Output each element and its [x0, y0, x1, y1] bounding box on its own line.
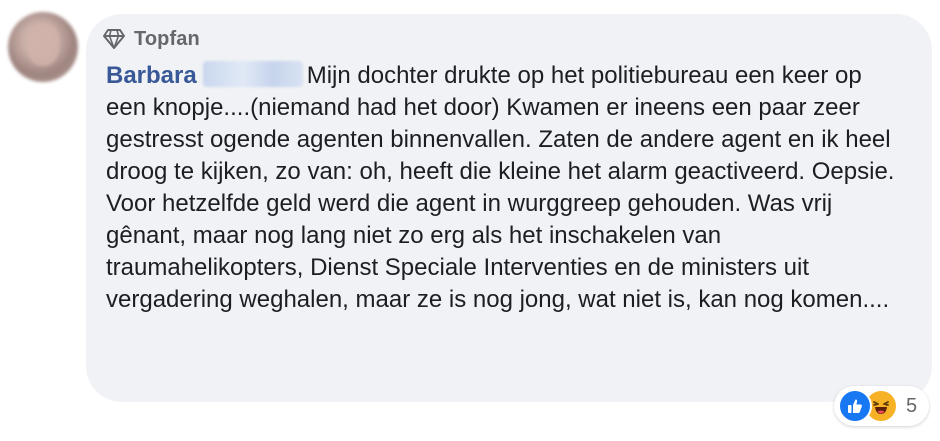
avatar-blurred-face	[26, 22, 60, 66]
comment-text-paragraph-2: Voor hetzelfde geld werd die agent in wu…	[106, 190, 890, 313]
topfan-badge: Topfan	[102, 24, 200, 54]
avatar[interactable]	[8, 12, 78, 82]
comment-author-link[interactable]: Barbara	[106, 62, 197, 89]
topfan-label: Topfan	[134, 27, 200, 50]
reaction-count: 5	[906, 394, 918, 417]
like-icon	[838, 389, 872, 423]
comment-body: Barbara Mijn dochter drukte op het politi…	[106, 60, 896, 316]
diamond-icon	[102, 28, 126, 50]
reactions-summary[interactable]: 5	[834, 386, 930, 426]
redacted-surname	[202, 61, 303, 87]
